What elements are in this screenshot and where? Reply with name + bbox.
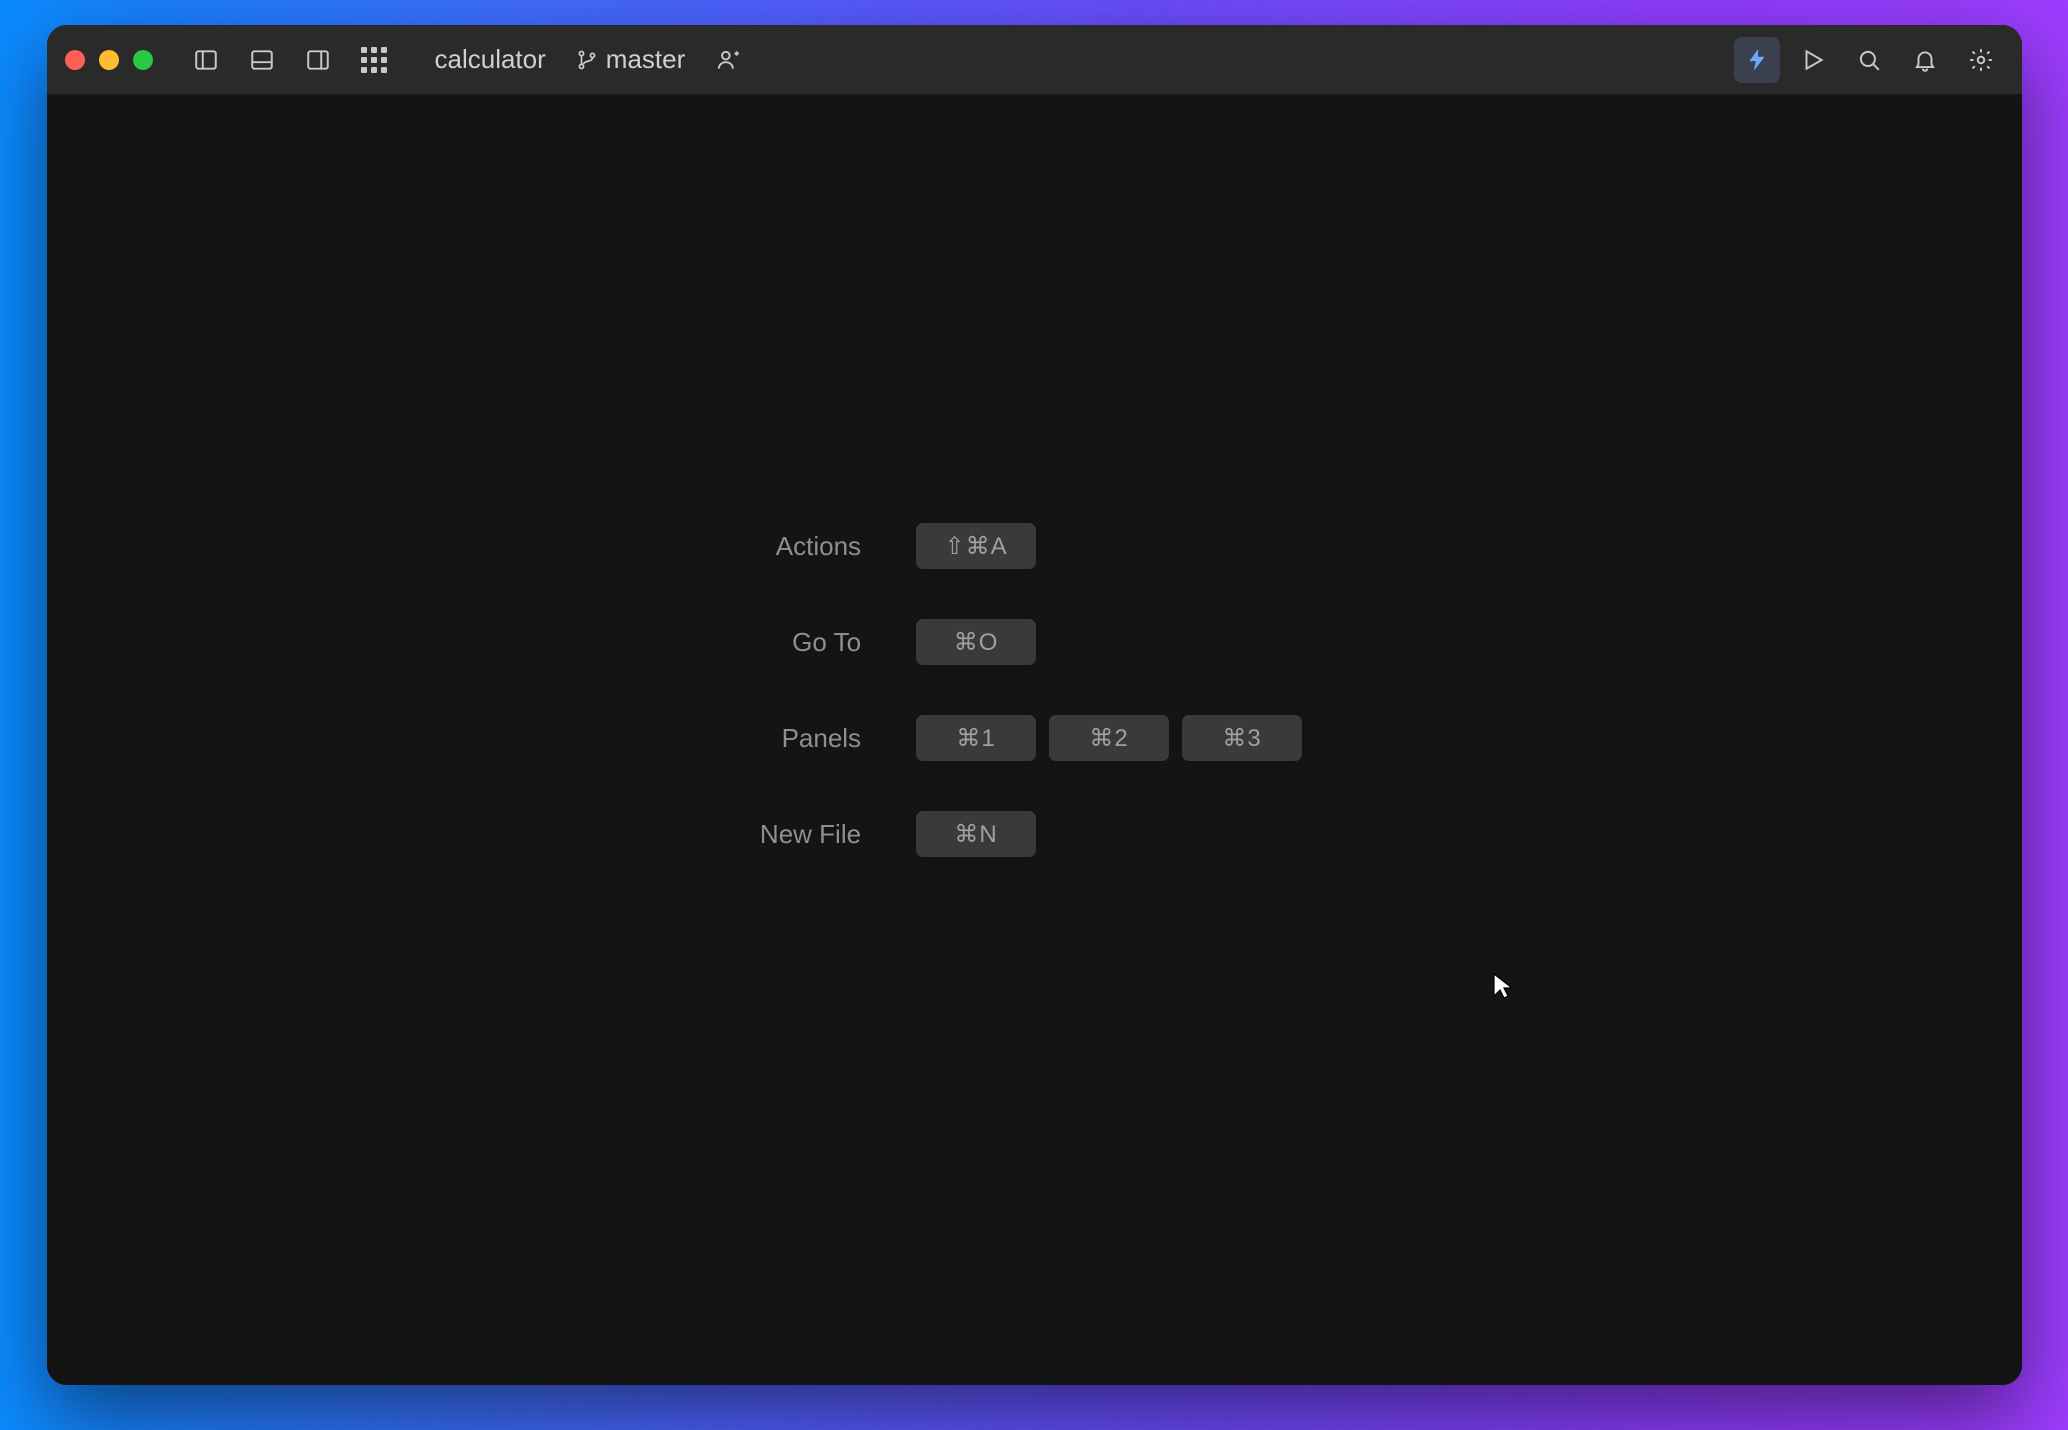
key-newfile-0: ⌘N bbox=[916, 811, 1036, 857]
branch-name-label: master bbox=[606, 44, 685, 75]
shortcut-keys-newfile: ⌘N bbox=[916, 811, 1302, 857]
key-panels-0: ⌘1 bbox=[916, 715, 1036, 761]
add-collaborator-button[interactable] bbox=[705, 37, 751, 83]
key-actions-0: ⇧⌘A bbox=[916, 523, 1036, 569]
maximize-window-button[interactable] bbox=[133, 50, 153, 70]
editor-area: Actions ⇧⌘A Go To ⌘O Panels ⌘1 ⌘2 ⌘3 New… bbox=[47, 95, 2022, 1385]
bell-icon bbox=[1912, 47, 1938, 73]
shortcut-label-actions: Actions bbox=[760, 531, 861, 562]
key-goto-0: ⌘O bbox=[916, 619, 1036, 665]
right-panel-toggle[interactable] bbox=[295, 37, 341, 83]
left-panel-icon bbox=[193, 47, 219, 73]
mouse-cursor-icon bbox=[1492, 972, 1516, 1000]
git-branch-icon bbox=[576, 49, 598, 71]
shortcut-keys-actions: ⇧⌘A bbox=[916, 523, 1302, 569]
grid-icon bbox=[361, 47, 387, 73]
run-button[interactable] bbox=[1790, 37, 1836, 83]
search-icon bbox=[1856, 47, 1882, 73]
close-window-button[interactable] bbox=[65, 50, 85, 70]
window-controls bbox=[65, 50, 153, 70]
shortcut-label-newfile: New File bbox=[760, 819, 861, 850]
empty-state-shortcuts: Actions ⇧⌘A Go To ⌘O Panels ⌘1 ⌘2 ⌘3 New… bbox=[760, 523, 1302, 857]
search-button[interactable] bbox=[1846, 37, 1892, 83]
bolt-icon bbox=[1744, 47, 1770, 73]
shortcut-keys-panels: ⌘1 ⌘2 ⌘3 bbox=[916, 715, 1302, 761]
grid-menu-button[interactable] bbox=[351, 37, 397, 83]
gear-icon bbox=[1968, 47, 1994, 73]
titlebar: calculator master bbox=[47, 25, 2022, 95]
notifications-button[interactable] bbox=[1902, 37, 1948, 83]
left-panel-toggle[interactable] bbox=[183, 37, 229, 83]
project-name[interactable]: calculator bbox=[425, 44, 556, 75]
bottom-panel-toggle[interactable] bbox=[239, 37, 285, 83]
app-window: calculator master bbox=[47, 25, 2022, 1385]
key-panels-2: ⌘3 bbox=[1182, 715, 1302, 761]
bottom-panel-icon bbox=[249, 47, 275, 73]
shortcut-keys-goto: ⌘O bbox=[916, 619, 1302, 665]
settings-button[interactable] bbox=[1958, 37, 2004, 83]
add-person-icon bbox=[715, 47, 741, 73]
minimize-window-button[interactable] bbox=[99, 50, 119, 70]
play-icon bbox=[1800, 47, 1826, 73]
ai-assistant-button[interactable] bbox=[1734, 37, 1780, 83]
right-panel-icon bbox=[305, 47, 331, 73]
key-panels-1: ⌘2 bbox=[1049, 715, 1169, 761]
branch-selector[interactable]: master bbox=[566, 44, 695, 75]
shortcut-label-goto: Go To bbox=[760, 627, 861, 658]
shortcut-label-panels: Panels bbox=[760, 723, 861, 754]
